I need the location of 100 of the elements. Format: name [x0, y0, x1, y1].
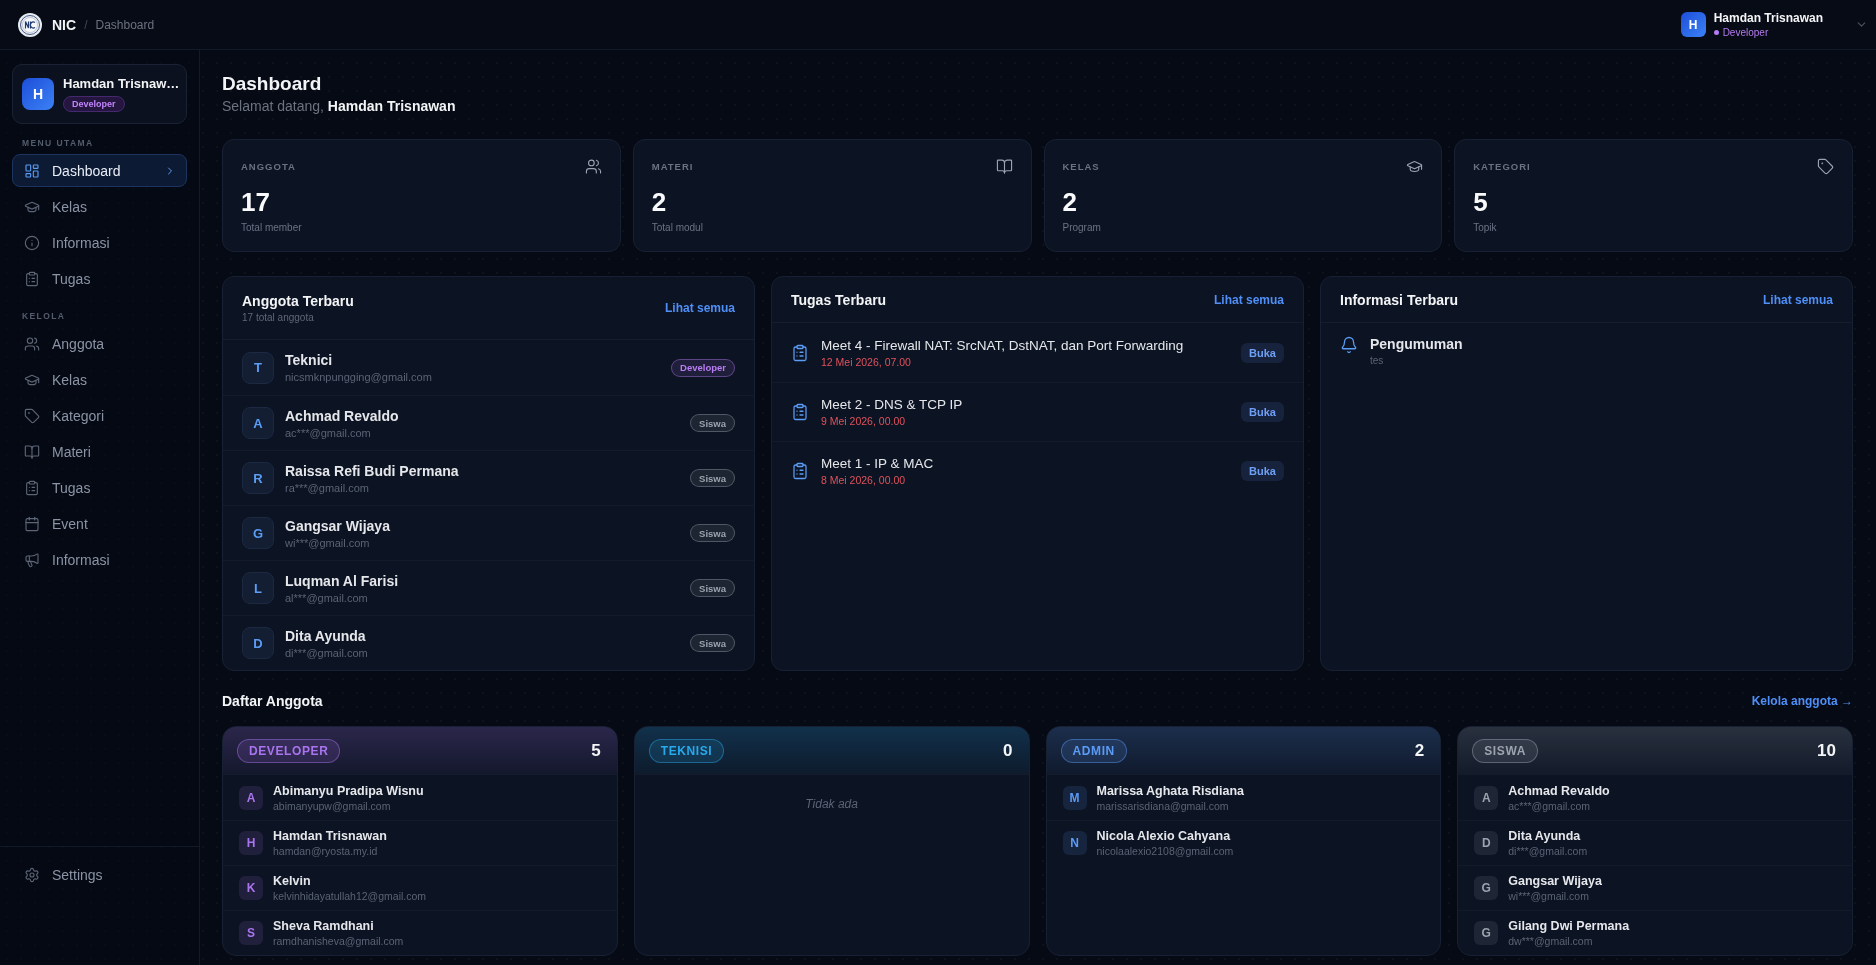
stat-label: MATERI: [651, 160, 694, 172]
calendar-icon: [24, 515, 40, 532]
empty-state-text: Tidak ada: [804, 796, 859, 811]
sidebar-item[interactable]: Kelas: [12, 363, 187, 396]
panel-title: Anggota Terbaru: [242, 293, 354, 309]
panel-title: Tugas Terbaru: [791, 291, 887, 308]
stat-caption: Topik: [1473, 222, 1498, 233]
member-avatar: L: [242, 572, 274, 604]
section-title: Daftar Anggota: [222, 693, 323, 709]
sidebar-item[interactable]: Tugas: [12, 262, 187, 295]
stat-caption: Total member: [241, 222, 303, 233]
open-button[interactable]: Buka: [1241, 461, 1284, 481]
role-badge: Developer: [63, 96, 125, 112]
clipboard-icon: [791, 343, 809, 362]
stat-label: KELAS: [1062, 160, 1100, 172]
member-avatar: G: [1474, 921, 1499, 945]
sidebar-item[interactable]: Anggota: [12, 327, 187, 360]
member-avatar: A: [239, 785, 263, 810]
member-avatar: H: [239, 831, 263, 855]
info-text: tes: [1370, 355, 1385, 366]
member-email: al***@gmail.com: [285, 591, 369, 604]
stat-value: 17: [241, 187, 271, 217]
member-email: nicolaalexio2108@gmail.com: [1096, 845, 1234, 857]
role-badge: Developer: [671, 358, 735, 377]
manage-members-link[interactable]: Kelola anggota →: [1751, 694, 1853, 708]
role-badge: Siswa: [690, 414, 735, 432]
users-icon: [584, 157, 602, 175]
role-badge: Siswa: [690, 634, 735, 652]
panel-subtitle: 17 total anggota: [242, 312, 315, 323]
book-icon: [995, 157, 1013, 175]
view-all-link[interactable]: Lihat semua: [1762, 292, 1833, 307]
task-date: 8 Mei 2026, 00.00: [821, 474, 907, 486]
stat-label: KATEGORI: [1473, 160, 1531, 172]
member-name: Dita Ayunda: [285, 627, 367, 644]
info-title: Pengumuman: [1370, 336, 1464, 352]
sidebar-item[interactable]: Dashboard: [12, 154, 187, 187]
member-email: nicsmknpungging@gmail.com: [285, 371, 433, 383]
nav-section-label: KELOLA: [21, 311, 67, 321]
breadcrumb-separator: /: [84, 17, 88, 32]
member-count: 2: [1414, 740, 1425, 761]
user-role: Developer: [1722, 27, 1769, 38]
greeting-text: Selamat datang, Hamdan Trisnawan: [222, 97, 457, 115]
member-email: wi***@gmail.com: [285, 536, 371, 549]
user-avatar[interactable]: H: [1680, 12, 1706, 37]
member-avatar: S: [239, 921, 263, 945]
sidebar-item[interactable]: Tugas: [12, 471, 187, 504]
task-title: Meet 1 - IP & MAC: [821, 456, 935, 471]
member-email: ac***@gmail.com: [1508, 799, 1592, 812]
tag-icon: [1817, 157, 1834, 175]
logo-icon: [18, 12, 42, 37]
sidebar-item[interactable]: Materi: [12, 435, 187, 468]
stat-value: 2: [1062, 187, 1078, 217]
sidebar-item[interactable]: Kelas: [12, 190, 187, 223]
sidebar-item[interactable]: Kategori: [12, 399, 187, 432]
member-avatar: G: [242, 517, 274, 549]
member-avatar: G: [1474, 876, 1499, 900]
member-email: wi***@gmail.com: [1508, 890, 1590, 902]
member-name: Abimanyu Pradipa Wisnu: [273, 783, 424, 798]
open-button[interactable]: Buka: [1241, 402, 1284, 422]
view-all-link[interactable]: Lihat semua: [664, 301, 735, 315]
stat-value: 2: [651, 187, 668, 217]
member-avatar: T: [242, 351, 274, 384]
dashboard-grid-icon: [24, 162, 40, 179]
panel-title: Informasi Terbaru: [1340, 291, 1458, 308]
sidebar-item[interactable]: Informasi: [12, 543, 187, 576]
clipboard-icon: [24, 270, 40, 287]
settings-item[interactable]: Settings: [12, 858, 187, 891]
stat-label: ANGGOTA: [241, 160, 296, 172]
open-button[interactable]: Buka: [1241, 342, 1284, 363]
member-email: di***@gmail.com: [285, 646, 369, 659]
users-icon: [24, 335, 40, 352]
member-name: Nicola Alexio Cahyana: [1096, 829, 1232, 843]
task-title: Meet 2 - DNS & TCP IP: [821, 397, 964, 412]
member-avatar: A: [242, 407, 274, 439]
role-badge: Siswa: [690, 579, 735, 597]
sidebar-item[interactable]: Event: [12, 507, 187, 540]
stat-value: 5: [1473, 187, 1489, 217]
profile-avatar: H: [22, 78, 54, 110]
breadcrumb-current: Dashboard: [95, 17, 155, 32]
sidebar-item[interactable]: Informasi: [12, 226, 187, 259]
member-name: Gangsar Wijaya: [285, 517, 391, 534]
view-all-link[interactable]: Lihat semua: [1213, 292, 1284, 307]
page-title: Dashboard: [222, 72, 323, 96]
member-email: abimanyupw@gmail.com: [273, 799, 392, 812]
status-dot-icon: [1713, 30, 1719, 35]
profile-name: Hamdan Trisnaw…: [63, 76, 177, 91]
member-avatar: N: [1062, 831, 1087, 855]
member-email: ramdhanisheva@gmail.com: [273, 935, 404, 947]
member-avatar: R: [242, 462, 274, 494]
member-name: Achmad Revaldo: [285, 407, 400, 424]
member-avatar: A: [1474, 785, 1499, 810]
member-avatar: D: [242, 627, 274, 659]
role-badge: Siswa: [690, 524, 735, 542]
role-badge: TEKNISI: [648, 738, 725, 763]
member-name: Luqman Al Farisi: [285, 572, 400, 589]
megaphone-icon: [24, 551, 40, 568]
member-count: 5: [591, 740, 601, 761]
member-name: Sheva Ramdhani: [273, 919, 375, 933]
member-name: Marissa Aghata Risdiana: [1096, 783, 1244, 798]
member-name: Raissa Refi Budi Permana: [285, 462, 460, 479]
